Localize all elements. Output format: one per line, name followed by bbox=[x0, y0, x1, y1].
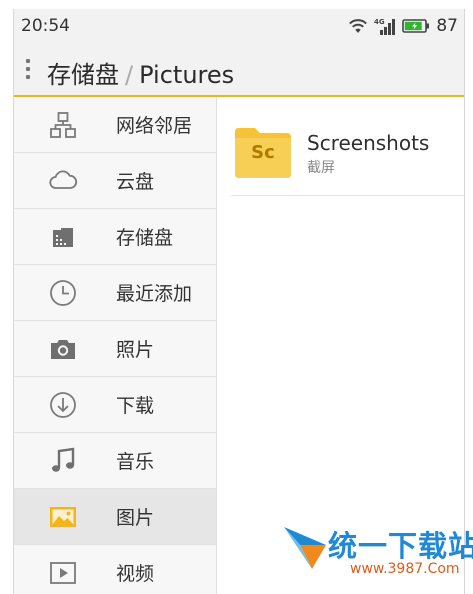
sidebar-item-label: 音乐 bbox=[116, 451, 155, 473]
sidebar-item-label: 云盘 bbox=[116, 171, 155, 193]
sidebar-item-label: 下载 bbox=[116, 395, 155, 417]
breadcrumb-item-current: Pictures bbox=[139, 61, 235, 89]
breadcrumb-item-storage[interactable]: 存储盘 bbox=[47, 61, 119, 89]
download-icon bbox=[50, 392, 76, 418]
app-bar: 存储盘 / Pictures bbox=[14, 43, 464, 97]
image-icon bbox=[50, 507, 76, 527]
folder-abbr: Sc bbox=[251, 142, 275, 163]
folder-icon: Sc bbox=[235, 128, 291, 178]
watermark-title: 统一下载站 bbox=[328, 529, 473, 563]
sidebar-item-label: 视频 bbox=[116, 563, 155, 585]
list-item[interactable]: Sc Screenshots 截屏 bbox=[231, 97, 464, 196]
folder-subtitle: 截屏 bbox=[307, 160, 335, 176]
sidebar-item-label: 网络邻居 bbox=[116, 115, 193, 137]
camera-icon bbox=[51, 340, 75, 359]
sidebar-item-videos[interactable]: 视频 bbox=[14, 545, 216, 594]
status-time: 20:54 bbox=[21, 16, 70, 36]
sidebar-item-label: 存储盘 bbox=[116, 227, 174, 249]
network-icon bbox=[50, 112, 76, 138]
sidebar-item-photos[interactable]: 照片 bbox=[14, 321, 216, 377]
status-icons: 4G 87 bbox=[348, 15, 458, 37]
sidebar-item-label: 图片 bbox=[116, 507, 155, 529]
wifi-icon bbox=[349, 19, 368, 33]
battery-icon bbox=[402, 19, 430, 33]
status-bar: 20:54 4G 87 bbox=[14, 9, 464, 43]
video-icon bbox=[50, 562, 76, 584]
network-type-label: 4G bbox=[374, 18, 385, 26]
sidebar-item-network[interactable]: 网络邻居 bbox=[14, 97, 216, 153]
breadcrumb: 存储盘 / Pictures bbox=[47, 55, 234, 90]
battery-percent: 87 bbox=[436, 16, 458, 36]
phone-screen: 20:54 4G 87 存储盘 / Pictures 网络邻居 云盘 存储盘 最… bbox=[13, 9, 465, 594]
sidebar-item-images[interactable]: 图片 bbox=[14, 489, 216, 545]
breadcrumb-separator: / bbox=[125, 61, 134, 89]
drawer-menu-icon[interactable] bbox=[26, 59, 30, 81]
watermark: 统一下载站 www.3987.Com bbox=[270, 517, 473, 592]
signal-icon: 4G bbox=[374, 18, 396, 35]
sidebar-item-music[interactable]: 音乐 bbox=[14, 433, 216, 489]
clock-icon bbox=[50, 280, 76, 306]
watermark-url: www.3987.Com bbox=[350, 561, 460, 577]
sidebar-item-recent[interactable]: 最近添加 bbox=[14, 265, 216, 321]
folder-name: Screenshots bbox=[307, 131, 430, 155]
music-icon bbox=[52, 447, 75, 472]
sidebar-item-label: 最近添加 bbox=[116, 283, 193, 305]
sidebar-item-label: 照片 bbox=[116, 339, 155, 361]
sidebar-item-cloud[interactable]: 云盘 bbox=[14, 153, 216, 209]
sidebar-item-storage[interactable]: 存储盘 bbox=[14, 209, 216, 265]
cloud-icon bbox=[49, 170, 78, 189]
sidebar-item-downloads[interactable]: 下载 bbox=[14, 377, 216, 433]
storage-icon bbox=[53, 228, 73, 247]
sidebar: 网络邻居 云盘 存储盘 最近添加 照片 下载 音乐 图片 视频 bbox=[14, 97, 217, 594]
